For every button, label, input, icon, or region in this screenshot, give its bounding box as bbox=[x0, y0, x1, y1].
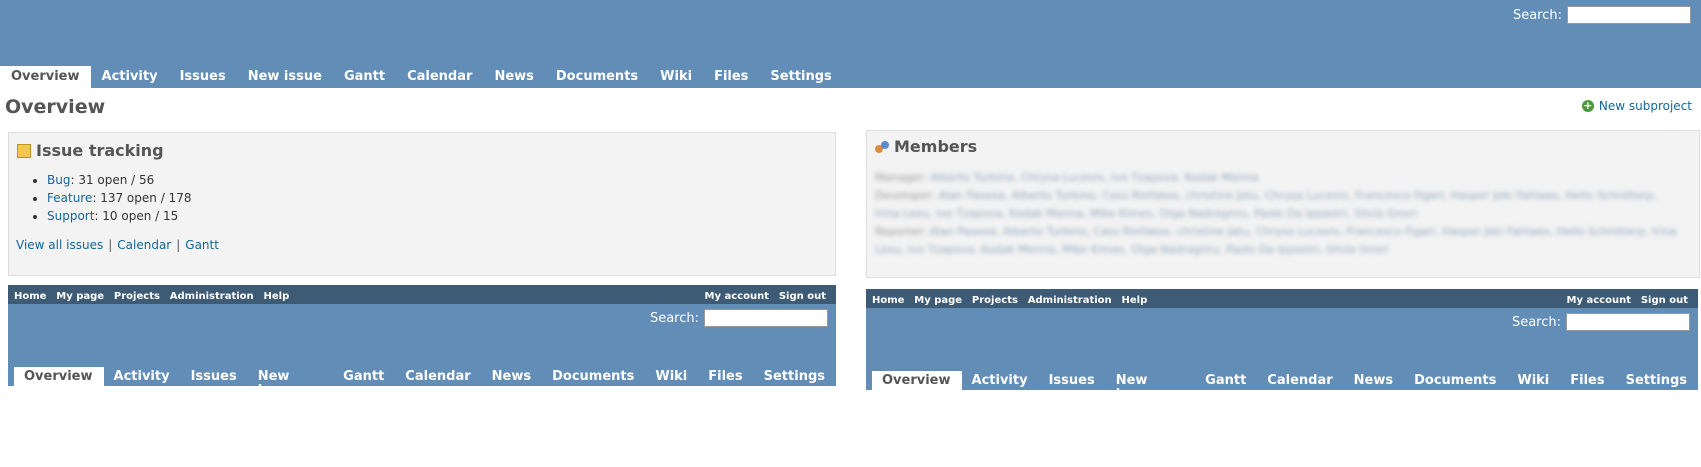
quick-search: Search: bbox=[1512, 313, 1690, 331]
top-menu-my-page[interactable]: My page bbox=[56, 291, 104, 302]
tab-documents[interactable]: Documents bbox=[545, 66, 649, 88]
tracker-counts: : 137 open / 178 bbox=[92, 191, 192, 205]
tab-new-issue[interactable]: New issue bbox=[237, 66, 333, 88]
tab-wiki[interactable]: Wiki bbox=[649, 66, 703, 88]
list-item: Feature: 137 open / 178 bbox=[47, 189, 191, 207]
tab-issues[interactable]: Issues bbox=[169, 66, 237, 88]
tab-overview[interactable]: Overview bbox=[14, 367, 104, 402]
top-menu-projects[interactable]: Projects bbox=[972, 295, 1018, 306]
nested-main-menu: Overview Activity Issues New issue Gantt… bbox=[14, 367, 836, 402]
top-menu-home[interactable]: Home bbox=[14, 291, 46, 302]
members-list: Manager: Alberto Turbino, Chrysa Luceviv… bbox=[875, 169, 1685, 259]
tab-news[interactable]: News bbox=[483, 66, 544, 88]
top-menu-my-account[interactable]: My account bbox=[705, 291, 769, 302]
issue-tracking-box: Issue tracking Bug: 31 open / 56 Feature… bbox=[8, 132, 836, 276]
top-menu-help[interactable]: Help bbox=[264, 291, 290, 302]
top-menu-projects[interactable]: Projects bbox=[114, 291, 160, 302]
nested-header: Search: Overview Activity Issues New iss… bbox=[8, 304, 836, 402]
tab-overview[interactable]: Overview bbox=[872, 371, 962, 406]
top-menu-my-page[interactable]: My page bbox=[914, 295, 962, 306]
nested-header: Search: Overview Activity Issues New iss… bbox=[866, 308, 1698, 406]
tab-news[interactable]: News bbox=[1344, 371, 1404, 406]
top-menu-sign-out[interactable]: Sign out bbox=[1641, 295, 1688, 306]
quick-search: Search: bbox=[1513, 6, 1691, 24]
list-item: Bug: 31 open / 56 bbox=[47, 171, 191, 189]
issue-tracking-title: Issue tracking bbox=[17, 141, 164, 160]
tab-settings[interactable]: Settings bbox=[1616, 371, 1698, 406]
search-input[interactable] bbox=[704, 309, 828, 327]
issue-links: View all issues | Calendar | Gantt bbox=[16, 238, 219, 252]
tab-wiki[interactable]: Wiki bbox=[645, 367, 698, 402]
members-box: Members Manager: Alberto Turbino, Chrysa… bbox=[866, 130, 1700, 278]
tab-issues[interactable]: Issues bbox=[181, 367, 248, 402]
quick-search: Search: bbox=[650, 309, 828, 327]
tab-calendar[interactable]: Calendar bbox=[1257, 371, 1343, 406]
top-menu: Home My page Projects Administration Hel… bbox=[8, 285, 836, 304]
tab-overview[interactable]: Overview bbox=[0, 66, 91, 88]
tab-issues[interactable]: Issues bbox=[1039, 371, 1106, 406]
list-item: Developer: Alan Pasexa, Alberto Turbino,… bbox=[875, 189, 1658, 220]
tab-gantt[interactable]: Gantt bbox=[1195, 371, 1257, 406]
tracker-link-feature[interactable]: Feature bbox=[47, 191, 92, 205]
tracker-link-bug[interactable]: Bug bbox=[47, 173, 70, 187]
search-input[interactable] bbox=[1566, 313, 1690, 331]
nested-screenshot-right: Home My page Projects Administration Hel… bbox=[866, 289, 1698, 406]
tab-documents[interactable]: Documents bbox=[542, 367, 645, 402]
list-item: Support: 10 open / 15 bbox=[47, 207, 191, 225]
top-menu-my-account[interactable]: My account bbox=[1567, 295, 1631, 306]
tab-calendar[interactable]: Calendar bbox=[395, 367, 481, 402]
view-all-issues-link[interactable]: View all issues bbox=[16, 238, 103, 252]
members-heading: Members bbox=[894, 137, 978, 156]
search-label: Search: bbox=[649, 310, 699, 326]
tab-settings[interactable]: Settings bbox=[759, 66, 842, 88]
tab-activity[interactable]: Activity bbox=[91, 66, 169, 88]
nested-main-menu: Overview Activity Issues New issue Gantt… bbox=[872, 371, 1698, 406]
tab-new-issue[interactable]: New issue bbox=[1106, 371, 1195, 406]
members-title: Members bbox=[875, 137, 977, 156]
group-icon bbox=[875, 140, 889, 154]
nested-screenshot-left: Home My page Projects Administration Hel… bbox=[8, 285, 836, 402]
main-menu: Overview Activity Issues New issue Gantt… bbox=[0, 66, 843, 88]
list-item: Reporter: Alan Pasexa, Alberto Turbino, … bbox=[875, 225, 1677, 256]
ticket-icon bbox=[17, 143, 31, 158]
calendar-link[interactable]: Calendar bbox=[117, 238, 171, 252]
tab-documents[interactable]: Documents bbox=[1404, 371, 1507, 406]
tracker-counts: : 10 open / 15 bbox=[94, 209, 179, 223]
top-menu-home[interactable]: Home bbox=[872, 295, 904, 306]
search-label: Search: bbox=[1512, 7, 1562, 23]
search-label: Search: bbox=[1511, 314, 1561, 330]
top-menu-sign-out[interactable]: Sign out bbox=[779, 291, 826, 302]
tab-settings[interactable]: Settings bbox=[754, 367, 836, 402]
new-subproject-link[interactable]: + New subproject bbox=[1581, 99, 1692, 113]
page-title: Overview bbox=[5, 96, 106, 118]
top-menu-help[interactable]: Help bbox=[1122, 295, 1148, 306]
tab-calendar[interactable]: Calendar bbox=[396, 66, 483, 88]
tab-files[interactable]: Files bbox=[698, 367, 753, 402]
gantt-link[interactable]: Gantt bbox=[185, 238, 219, 252]
tracker-counts: : 31 open / 56 bbox=[70, 173, 155, 187]
top-menu-administration[interactable]: Administration bbox=[170, 291, 254, 302]
top-menu-administration[interactable]: Administration bbox=[1028, 295, 1112, 306]
header: Search: Overview Activity Issues New iss… bbox=[0, 0, 1701, 88]
issue-tracking-heading: Issue tracking bbox=[36, 141, 164, 160]
top-menu: Home My page Projects Administration Hel… bbox=[866, 289, 1698, 308]
tab-activity[interactable]: Activity bbox=[962, 371, 1039, 406]
tab-new-issue[interactable]: New issue bbox=[248, 367, 333, 402]
tab-news[interactable]: News bbox=[482, 367, 542, 402]
new-subproject-label[interactable]: New subproject bbox=[1599, 99, 1692, 113]
search-input[interactable] bbox=[1567, 6, 1691, 24]
tab-files[interactable]: Files bbox=[703, 66, 759, 88]
tab-gantt[interactable]: Gantt bbox=[333, 367, 395, 402]
tracker-link-support[interactable]: Support bbox=[47, 209, 94, 223]
list-item: Manager: Alberto Turbino, Chrysa Luceviv… bbox=[875, 171, 1259, 184]
tab-activity[interactable]: Activity bbox=[104, 367, 181, 402]
tab-wiki[interactable]: Wiki bbox=[1507, 371, 1560, 406]
tab-gantt[interactable]: Gantt bbox=[333, 66, 396, 88]
tab-files[interactable]: Files bbox=[1560, 371, 1615, 406]
tracker-list: Bug: 31 open / 56 Feature: 137 open / 17… bbox=[25, 171, 191, 225]
plus-icon: + bbox=[1581, 99, 1594, 112]
